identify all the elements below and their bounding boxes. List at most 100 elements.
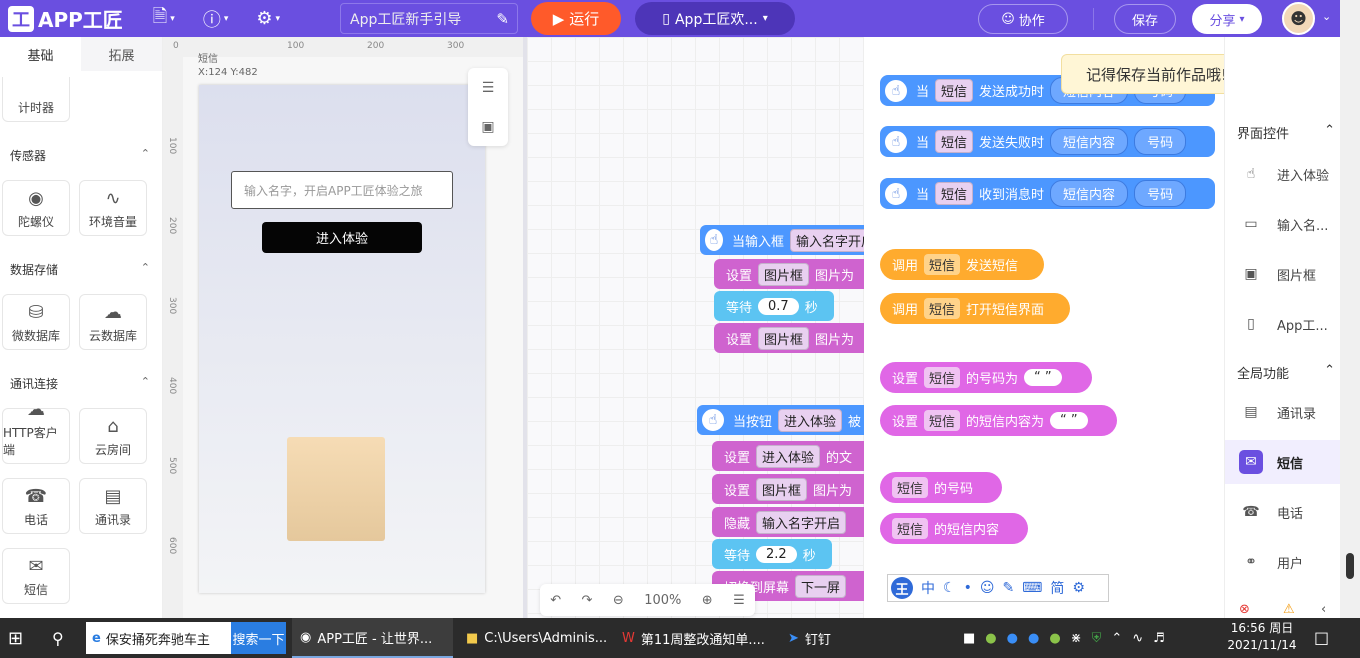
search-icon[interactable]: ⚲	[44, 618, 80, 658]
tree-item-enter[interactable]: ☝ 进入体验	[1225, 152, 1341, 196]
flyout-block-send-sms[interactable]: 调用 短信 发送短信	[880, 249, 1044, 280]
project-title-field[interactable]: App工匠新手引导 ✎	[340, 3, 518, 34]
taskbar-item-dingtalk[interactable]: ➤ 钉钉	[780, 618, 880, 658]
tree-item-screen[interactable]: ▯ App工...	[1225, 302, 1341, 346]
app-tray-icon[interactable]: ■	[963, 631, 975, 646]
align-icon[interactable]: ☰	[733, 593, 745, 608]
enter-button[interactable]: 进入体验	[262, 222, 422, 253]
device-select-button[interactable]: ▯ App工匠欢... ▾	[635, 2, 795, 35]
block-set-image[interactable]: 设置 图片框 图片为	[712, 474, 880, 504]
ime-logo-icon[interactable]: 王	[891, 577, 913, 599]
zoom-in-icon[interactable]: ⊕	[702, 593, 713, 608]
share-button[interactable]: 分享 ▾	[1192, 4, 1262, 34]
app-logo[interactable]: 工 APP工匠	[8, 4, 123, 33]
punctuation-icon[interactable]: •	[964, 580, 972, 596]
tree-item-input[interactable]: ▭ 输入名...	[1225, 202, 1341, 246]
settings-menu-icon[interactable]: ⚙ ▾	[256, 8, 280, 29]
flyout-block-get-number[interactable]: 短信 的号码	[880, 472, 1002, 503]
block-dropdown[interactable]: 图片框	[758, 262, 810, 286]
tab-extension[interactable]: 拓展	[81, 37, 162, 71]
taskbar-item-explorer[interactable]: ■ C:\Users\Adminis...	[458, 618, 608, 658]
block-set-image[interactable]: 设置 图片框 图片为	[714, 323, 880, 353]
warning-icon[interactable]: ⚠	[1283, 602, 1295, 617]
section-sensors[interactable]: 传感器 ⌃	[10, 147, 150, 164]
block-dropdown[interactable]: 短信	[892, 518, 929, 539]
tray-icon[interactable]: ●	[1028, 631, 1039, 646]
block-dropdown[interactable]: 短信	[935, 130, 974, 153]
zoom-out-icon[interactable]: ⊖	[613, 593, 624, 608]
block-dropdown[interactable]: 短信	[892, 477, 929, 498]
keyboard-icon[interactable]: ⌨	[1022, 580, 1042, 596]
wait-value[interactable]: 2.2	[756, 545, 797, 563]
tray-icon[interactable]: ●	[1007, 631, 1018, 646]
ime-simplified[interactable]: 简	[1050, 578, 1064, 598]
block-dropdown[interactable]: 短信	[935, 182, 974, 205]
section-connectivity[interactable]: 通讯连接 ⌃	[10, 375, 150, 392]
block-dropdown[interactable]: 输入名字开启	[756, 510, 847, 534]
block-event-input[interactable]: ☝ 当输入框 输入名字开启	[700, 225, 880, 255]
section-storage[interactable]: 数据存储 ⌃	[10, 261, 150, 278]
block-dropdown[interactable]: 进入体验	[756, 444, 821, 468]
chevron-down-icon[interactable]: ⌄	[1322, 10, 1331, 23]
block-dropdown[interactable]: 短信	[924, 410, 961, 431]
tree-item-image[interactable]: ▣ 图片框	[1225, 252, 1341, 296]
tree-item-sms[interactable]: ✉ 短信	[1225, 440, 1341, 484]
taskbar-clock[interactable]: 16:56 周日 2021/11/14	[1222, 620, 1302, 656]
block-wait[interactable]: 等待 2.2 秒	[712, 539, 832, 569]
component-sms[interactable]: ✉ 短信	[2, 548, 70, 604]
moon-icon[interactable]: ☾	[943, 580, 956, 596]
block-dropdown[interactable]: 图片框	[758, 326, 810, 350]
text-literal[interactable]: “ ”	[1050, 412, 1088, 429]
taskbar-search-input[interactable]: e 保安捅死奔驰车主	[86, 622, 231, 654]
block-dropdown[interactable]: 短信	[924, 367, 961, 388]
sliders-icon[interactable]: ☰	[482, 80, 495, 96]
chevron-left-icon[interactable]: ‹	[1321, 602, 1326, 617]
speaker-icon[interactable]: ♬	[1153, 631, 1165, 646]
shield-icon[interactable]: ⛨	[1092, 631, 1102, 646]
taskbar-item-chrome[interactable]: ◉ APP工匠 - 让世界...	[292, 618, 453, 658]
block-arg[interactable]: 短信内容	[1050, 128, 1129, 155]
block-dropdown[interactable]: 下一屏	[795, 574, 847, 598]
screen-icon[interactable]: ▣	[481, 119, 494, 135]
component-contacts[interactable]: ▤ 通讯录	[79, 478, 147, 534]
help-menu-icon[interactable]: ⓘ ▾	[203, 6, 229, 32]
taskbar-item-wps[interactable]: W 第11周整改通知单....	[614, 618, 774, 658]
tree-item-contacts[interactable]: ▤ 通讯录	[1225, 390, 1341, 434]
block-arg[interactable]: 号码	[1134, 128, 1187, 155]
phone-preview[interactable]: 输入名字，开启APP工匠体验之旅 进入体验	[199, 85, 485, 593]
tray-icon[interactable]: ●	[1049, 631, 1060, 646]
pen-icon[interactable]: ✎	[1002, 580, 1014, 596]
blocks-workspace[interactable]: ☝ 当输入框 输入名字开启 设置 图片框 图片为 等待 0.7 秒 设置 图片框…	[523, 37, 880, 618]
block-event-button[interactable]: ☝ 当按钮 进入体验 被	[697, 405, 880, 435]
block-hide[interactable]: 隐藏 输入名字开启	[712, 507, 880, 537]
error-icon[interactable]: ⊗	[1239, 602, 1250, 617]
component-phone[interactable]: ☎ 电话	[2, 478, 70, 534]
notification-icon[interactable]: □	[1314, 628, 1329, 647]
component-clouddb[interactable]: ☁ 云数据库	[79, 294, 147, 350]
block-set-text[interactable]: 设置 进入体验 的文	[712, 441, 880, 471]
wait-value[interactable]: 0.7	[758, 297, 799, 315]
block-arg[interactable]: 短信内容	[1050, 180, 1129, 207]
flyout-block-get-content[interactable]: 短信 的短信内容	[880, 513, 1028, 544]
flyout-block-failed[interactable]: ☝ 当 短信 发送失败时 短信内容 号码	[880, 126, 1215, 157]
flyout-block-received[interactable]: ☝ 当 短信 收到消息时 短信内容 号码	[880, 178, 1215, 209]
block-dropdown[interactable]: 图片框	[756, 477, 808, 501]
page-scrollbar[interactable]	[1340, 0, 1360, 618]
taskbar-search-button[interactable]: 搜索一下	[231, 622, 286, 654]
wifi-icon[interactable]: ∿	[1132, 631, 1143, 646]
flyout-block-set-content[interactable]: 设置 短信 的短信内容为 “ ”	[880, 405, 1117, 436]
block-set-image[interactable]: 设置 图片框 图片为	[714, 259, 880, 289]
flyout-block-set-number[interactable]: 设置 短信 的号码为 “ ”	[880, 362, 1092, 393]
section-ui-controls[interactable]: 界面控件 ⌃	[1237, 123, 1335, 142]
name-input[interactable]: 输入名字，开启APP工匠体验之旅	[231, 171, 453, 209]
section-global[interactable]: 全局功能 ⌃	[1237, 363, 1335, 382]
up-arrow-icon[interactable]: ⌃	[1111, 631, 1122, 646]
component-tinydb[interactable]: ⛁ 微数据库	[2, 294, 70, 350]
block-dropdown[interactable]: 短信	[935, 79, 974, 102]
tree-item-user[interactable]: ⚭ 用户	[1225, 540, 1341, 584]
component-gyroscope[interactable]: ◉ 陀螺仪	[2, 180, 70, 236]
run-button[interactable]: ▶ 运行	[531, 2, 621, 35]
tab-basic[interactable]: 基础	[0, 37, 81, 71]
edit-icon[interactable]: ✎	[496, 10, 509, 28]
file-menu-icon[interactable]: 🗎 ▾	[153, 4, 175, 34]
